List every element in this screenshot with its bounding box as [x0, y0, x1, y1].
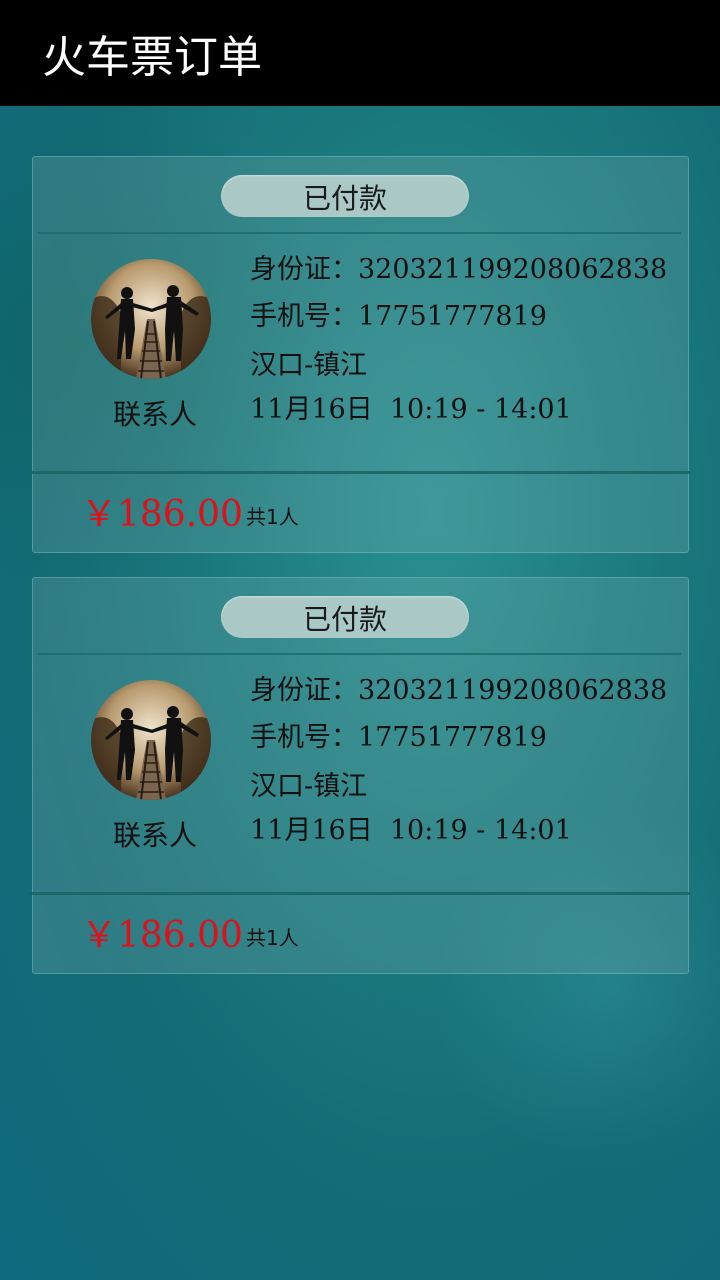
- route: 汉口-镇江: [250, 350, 368, 381]
- passenger-count: 共1人: [246, 926, 299, 950]
- phone-label: 手机号：: [250, 722, 358, 753]
- id-row: 身份证：320321199208062838: [250, 253, 667, 287]
- id-number: 320321199208062838: [358, 675, 668, 706]
- id-label: 身份证：: [250, 254, 358, 285]
- price: ￥186.00: [81, 494, 243, 535]
- route: 汉口-镇江: [250, 771, 368, 802]
- status-badge: 已付款: [221, 175, 469, 217]
- phone-row: 手机号：17751777819: [250, 300, 547, 334]
- status-badge: 已付款: [221, 596, 469, 638]
- divider: [29, 471, 691, 474]
- phone-number: 17751777819: [358, 301, 547, 332]
- page-title: 火车票订单: [42, 32, 262, 83]
- divider: [37, 653, 681, 655]
- phone-row: 手机号：17751777819: [250, 721, 547, 755]
- contact-label: 联系人: [112, 819, 197, 852]
- divider: [29, 892, 691, 895]
- divider: [37, 232, 681, 234]
- avatar: [91, 680, 211, 800]
- schedule: 11月16日 10:19 - 14:01: [250, 815, 572, 846]
- order-card[interactable]: 已付款 联系人 身份证：320321199208062838 手机号：17751…: [29, 577, 691, 974]
- avatar: [91, 259, 211, 379]
- phone-label: 手机号：: [250, 301, 358, 332]
- id-label: 身份证：: [250, 675, 358, 706]
- id-number: 320321199208062838: [358, 254, 668, 285]
- contact-label: 联系人: [112, 398, 197, 431]
- schedule: 11月16日 10:19 - 14:01: [250, 394, 572, 425]
- title-bar: 火车票订单: [0, 0, 720, 106]
- id-row: 身份证：320321199208062838: [250, 674, 667, 708]
- price: ￥186.00: [81, 915, 243, 956]
- passenger-count: 共1人: [246, 505, 299, 529]
- order-card[interactable]: 已付款 联系人 身份证：320321199208062838 手机号：17751…: [29, 156, 691, 553]
- phone-number: 17751777819: [358, 722, 547, 753]
